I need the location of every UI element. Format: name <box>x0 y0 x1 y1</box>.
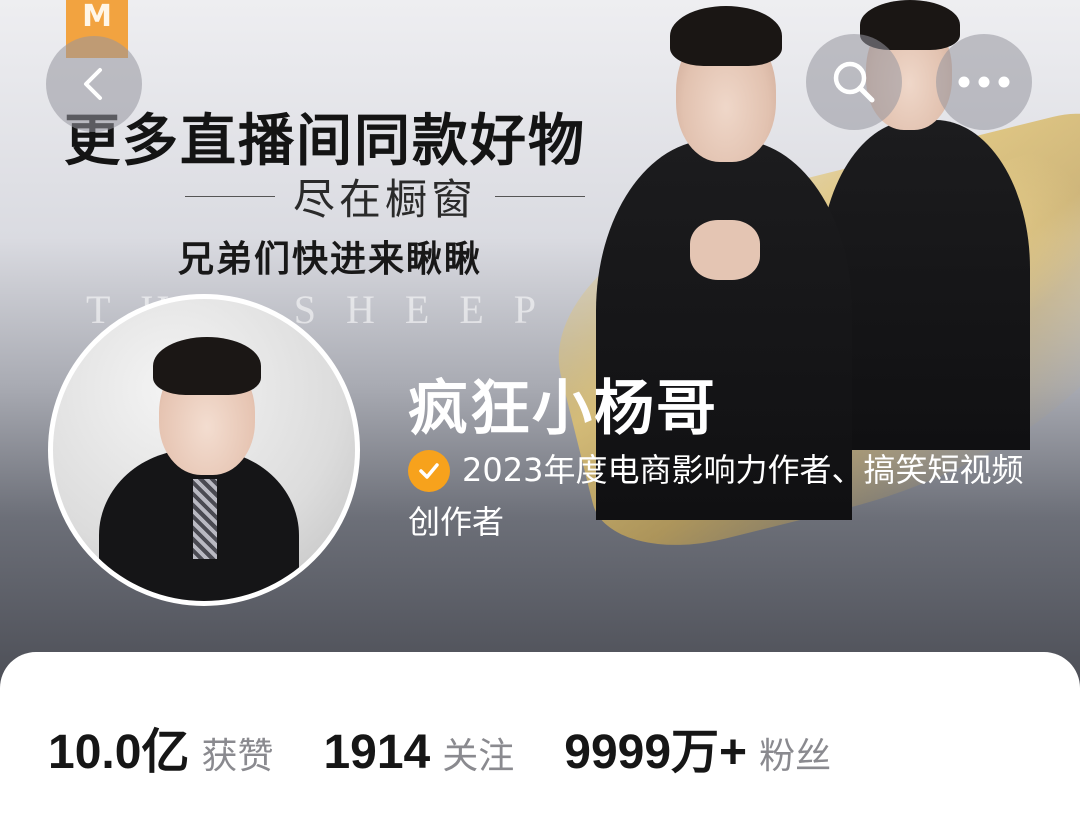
more-button[interactable] <box>936 34 1032 130</box>
promo-subtitle-row: 尽在橱窗 <box>160 168 610 224</box>
avatar-hair <box>153 337 261 395</box>
verified-check-icon <box>408 450 450 492</box>
profile-name: 疯狂小杨哥 <box>408 374 718 444</box>
likes-count: 10.0亿 <box>48 726 190 779</box>
divider-line <box>495 195 585 197</box>
avatar[interactable] <box>48 294 360 606</box>
followers-count[interactable]: 9999万+ <box>564 712 747 782</box>
chevron-left-icon <box>84 68 102 100</box>
stats-card: 10.0亿 获赞 1914 关注 9999万+ 粉丝 <box>0 652 1080 821</box>
profile-header-banner: M 更多直播间同款好物 尽在橱窗 兄弟们快进来瞅瞅 THE SHEEP 疯狂小杨… <box>0 0 1080 700</box>
divider-line <box>184 195 275 197</box>
banner-person-hands <box>690 220 760 280</box>
more-horizontal-icon <box>958 76 1010 88</box>
back-button[interactable] <box>46 36 142 132</box>
avatar-tie <box>193 479 217 559</box>
followers-label[interactable]: 粉丝 <box>759 727 831 779</box>
search-button[interactable] <box>806 34 902 130</box>
following-label[interactable]: 关注 <box>442 727 514 779</box>
promo-subtitle: 尽在橱窗 <box>292 174 477 224</box>
verification-text: 2023年度电商影响力作者、搞笑短视频创作者 <box>408 451 1024 541</box>
search-icon <box>833 61 875 103</box>
promo-tagline: 兄弟们快进来瞅瞅 <box>178 239 483 280</box>
stats-row: 10.0亿 获赞 1914 关注 9999万+ 粉丝 <box>48 712 831 782</box>
checkmark-icon <box>419 463 439 479</box>
likes-label: 获赞 <box>201 736 274 777</box>
banner-person-center-hair <box>670 6 782 66</box>
following-count[interactable]: 1914 <box>323 725 430 780</box>
